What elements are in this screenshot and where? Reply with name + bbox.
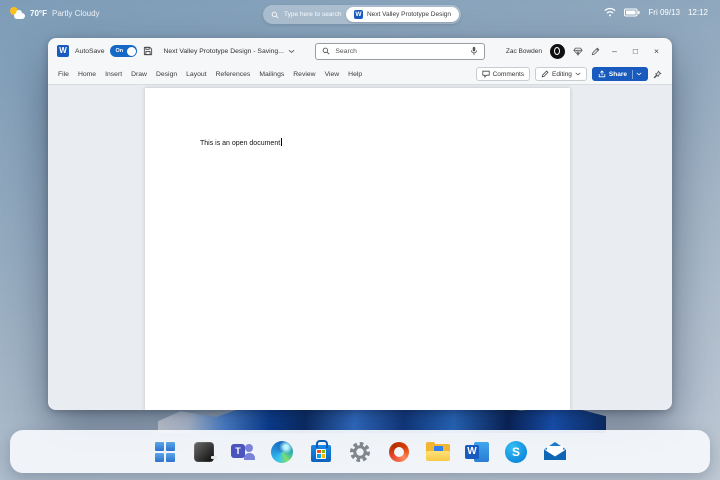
ribbon-tab[interactable]: Layout (186, 71, 206, 78)
word-search-box[interactable]: Search (315, 42, 486, 60)
autosave-toggle[interactable]: On (110, 45, 138, 57)
title-bar-right: Zac Bowden – □ × (505, 43, 663, 59)
word-app-icon[interactable]: W (57, 45, 69, 57)
pen-icon[interactable] (591, 47, 600, 56)
comment-icon (482, 70, 490, 78)
taskbar-search-box[interactable]: Type here to search W Next Valley Protot… (263, 5, 461, 24)
folder-icon (426, 442, 450, 461)
minimize-button[interactable]: – (608, 46, 621, 56)
share-separator (632, 69, 633, 79)
ribbon-tab[interactable]: Review (293, 71, 315, 78)
gear-icon (349, 441, 371, 463)
taskbar-icon-terminal[interactable] (191, 439, 217, 465)
taskbar-icon-edge[interactable] (269, 439, 295, 465)
chevron-down-icon (636, 72, 642, 76)
search-placeholder: Type here to search (284, 11, 342, 18)
comments-label: Comments (492, 70, 525, 78)
taskbar-icon-word[interactable]: W (464, 439, 490, 465)
editing-label: Editing (552, 70, 572, 78)
ribbon-tab[interactable]: References (216, 71, 251, 78)
store-icon (311, 440, 331, 462)
running-app-pill[interactable]: W Next Valley Prototype Design (345, 7, 459, 22)
save-icon[interactable] (143, 46, 153, 56)
terminal-icon (194, 441, 217, 462)
taskbar-icon-mail[interactable] (542, 439, 568, 465)
word-icon: W (353, 10, 363, 19)
weather-widget[interactable]: 70°F Partly Cloudy (10, 7, 100, 19)
ribbon-tabs: File Home Insert Draw Design Layout References… (58, 71, 362, 78)
running-app-label: Next Valley Prototype Design (366, 11, 451, 18)
word-search-placeholder: Search (335, 47, 357, 55)
autosave-label: AutoSave (75, 47, 105, 55)
diamond-icon[interactable] (573, 47, 583, 56)
maximize-button[interactable]: □ (629, 46, 642, 56)
desktop: 70°F Partly Cloudy Type here to search W… (0, 0, 720, 480)
teams-icon: T (231, 441, 255, 462)
ribbon-tab[interactable]: Home (78, 71, 96, 78)
document-page[interactable]: This is an open document (145, 88, 570, 410)
document-title-menu[interactable]: Next Valley Prototype Design - Saving... (163, 47, 295, 55)
taskbar-icon-start[interactable] (152, 439, 178, 465)
toggle-knob (126, 46, 136, 56)
wifi-icon (604, 7, 616, 17)
document-area: This is an open document (48, 85, 672, 410)
taskbar: T W S (10, 430, 710, 473)
taskbar-icon-teams[interactable]: T (230, 439, 256, 465)
partly-cloudy-icon (10, 7, 25, 19)
comments-button[interactable]: Comments (475, 67, 531, 81)
avatar[interactable] (550, 43, 565, 59)
edge-icon (271, 440, 293, 463)
share-button[interactable]: Share (591, 67, 648, 81)
weather-temperature: 70°F (30, 8, 47, 18)
ribbon-bar: File Home Insert Draw Design Layout References… (48, 64, 672, 85)
ribbon-tab[interactable]: Draw (131, 71, 147, 78)
taskbar-icon-settings[interactable] (347, 439, 373, 465)
office-icon (389, 441, 409, 462)
search-icon (271, 11, 279, 19)
windows-logo-icon (155, 441, 175, 462)
taskbar-icon-file-explorer[interactable] (425, 439, 451, 465)
chevron-down-icon (288, 49, 295, 53)
chevron-down-icon (575, 72, 581, 76)
word-window: W AutoSave On Next Valley Prototype Desi… (48, 38, 672, 410)
title-bar: W AutoSave On Next Valley Prototype Desi… (48, 38, 672, 64)
close-button[interactable]: × (650, 46, 663, 56)
mail-icon (543, 442, 567, 461)
clock-date: Fri 09/13 (648, 7, 680, 17)
skype-icon: S (505, 440, 527, 463)
user-name: Zac Bowden (505, 47, 542, 55)
search-icon (323, 47, 330, 55)
top-bar: 70°F Partly Cloudy Type here to search W… (0, 0, 720, 28)
taskbar-icon-store[interactable] (308, 439, 334, 465)
ribbon-tab[interactable]: File (58, 71, 69, 78)
ribbon-tab[interactable]: Help (348, 71, 362, 78)
clock-time: 12:12 (687, 7, 708, 17)
editing-button[interactable]: Editing (535, 67, 587, 81)
taskbar-icon-office[interactable] (386, 439, 412, 465)
share-icon (598, 70, 606, 78)
ribbon-tab[interactable]: Mailings (259, 71, 284, 78)
autosave-state: On (115, 47, 124, 54)
taskbar-icon-skype[interactable]: S (503, 439, 529, 465)
weather-condition: Partly Cloudy (51, 8, 100, 18)
title-bar-center: Search (301, 42, 500, 60)
pin-ribbon-icon[interactable] (653, 69, 662, 79)
microphone-icon[interactable] (470, 46, 478, 56)
text-cursor (281, 138, 283, 146)
ribbon-tab[interactable]: View (325, 71, 340, 78)
ribbon-tab[interactable]: Design (156, 71, 177, 78)
pencil-icon (541, 70, 549, 78)
word-icon: W (465, 441, 489, 463)
ribbon-actions: Comments Editing Share (475, 67, 662, 81)
system-tray[interactable]: Fri 09/13 12:12 (604, 7, 708, 17)
share-label: Share (608, 70, 627, 78)
document-title: Next Valley Prototype Design - Saving... (163, 47, 284, 55)
document-text: This is an open document (200, 138, 283, 147)
battery-icon (624, 8, 640, 17)
ribbon-tab[interactable]: Insert (105, 71, 122, 78)
